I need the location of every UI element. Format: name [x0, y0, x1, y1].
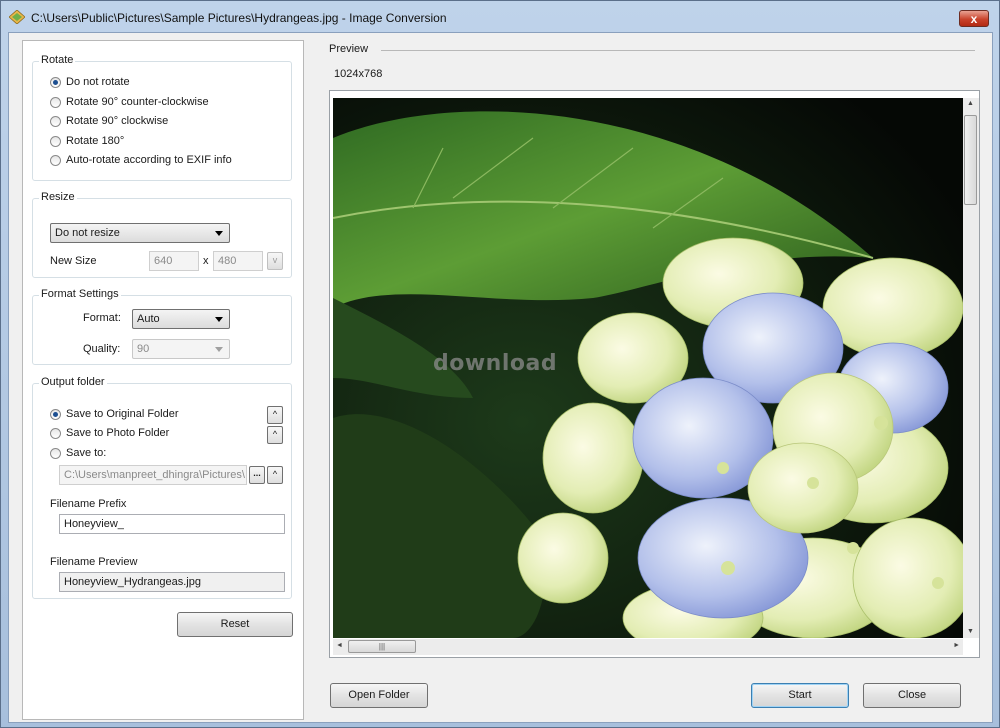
move-up-button[interactable]: ^: [267, 466, 283, 484]
vertical-scroll-thumb[interactable]: [964, 115, 977, 205]
aspect-lock-button[interactable]: v: [267, 252, 283, 270]
rotate-group-title: Rotate: [39, 54, 76, 66]
filename-prefix-label: Filename Prefix: [50, 498, 127, 510]
save-to-option[interactable]: Save to:: [50, 445, 106, 461]
radio-button[interactable]: [50, 427, 61, 439]
image-dimensions: 1024x768: [334, 68, 383, 80]
resize-mode-select[interactable]: Do not resize: [50, 223, 230, 243]
rotate-option-label: Auto-rotate according to EXIF info: [66, 154, 232, 166]
rotate-option-exif[interactable]: Auto-rotate according to EXIF info: [50, 152, 232, 168]
rotate-option-ccw[interactable]: Rotate 90° counter-clockwise: [50, 94, 209, 110]
radio-button[interactable]: [50, 96, 61, 108]
format-value: Auto: [137, 313, 160, 325]
window-close-button[interactable]: x: [959, 10, 989, 27]
new-size-label: New Size: [50, 255, 97, 267]
rotate-option-label: Do not rotate: [66, 76, 130, 88]
image-conversion-icon: [9, 10, 25, 24]
rotate-option-label: Rotate 180°: [66, 135, 125, 147]
preview-frame: download ▲ ▼ ◄ ||| ►: [329, 90, 980, 658]
scroll-up-icon[interactable]: ▲: [967, 100, 974, 107]
open-folder-button[interactable]: Open Folder: [330, 683, 428, 708]
scroll-right-icon[interactable]: ►: [953, 642, 960, 649]
radio-button[interactable]: [50, 447, 61, 459]
move-up-button[interactable]: ^: [267, 406, 283, 424]
download-watermark: download: [433, 351, 558, 376]
window-title: C:\Users\Public\Pictures\Sample Pictures…: [31, 11, 447, 25]
close-button[interactable]: Close: [863, 683, 961, 708]
radio-button[interactable]: [50, 115, 61, 127]
chevron-down-icon: [215, 231, 223, 236]
horizontal-scroll-thumb[interactable]: |||: [348, 640, 416, 653]
reset-button[interactable]: Reset: [177, 612, 293, 637]
vertical-scrollbar[interactable]: ▲ ▼: [963, 98, 979, 638]
settings-panel: Rotate Do not rotate Rotate 90° counter-…: [22, 40, 304, 720]
rotate-group: Rotate Do not rotate Rotate 90° counter-…: [32, 54, 292, 181]
filename-preview-label: Filename Preview: [50, 556, 138, 568]
filename-preview-field: Honeyview_Hydrangeas.jpg: [59, 572, 285, 592]
rotate-option-none[interactable]: Do not rotate: [50, 74, 130, 90]
move-up-button[interactable]: ^: [267, 426, 283, 444]
output-option-label: Save to Photo Folder: [66, 427, 170, 439]
chevron-down-icon: [215, 317, 223, 322]
scroll-left-icon[interactable]: ◄: [336, 642, 343, 649]
image-preview: download: [333, 98, 963, 638]
resize-group-title: Resize: [39, 191, 77, 203]
output-option-label: Save to Original Folder: [66, 408, 179, 420]
rotate-option-label: Rotate 90° counter-clockwise: [66, 96, 209, 108]
resize-mode-value: Do not resize: [55, 227, 120, 239]
resize-height-input[interactable]: 480: [213, 251, 263, 271]
radio-button[interactable]: [50, 135, 61, 147]
resize-width-input[interactable]: 640: [149, 251, 199, 271]
image-conversion-window: C:\Users\Public\Pictures\Sample Pictures…: [0, 0, 1000, 728]
client-area: Rotate Do not rotate Rotate 90° counter-…: [8, 32, 993, 723]
title-bar: C:\Users\Public\Pictures\Sample Pictures…: [1, 1, 999, 31]
size-separator: x: [203, 255, 209, 267]
output-folder-group: Output folder Save to Original Folder ^ …: [32, 376, 292, 599]
chevron-down-icon: [215, 347, 223, 352]
save-photo-folder-option[interactable]: Save to Photo Folder: [50, 425, 169, 441]
output-option-label: Save to:: [66, 447, 107, 459]
radio-button[interactable]: [50, 408, 61, 420]
filename-prefix-input[interactable]: Honeyview_: [59, 514, 285, 534]
rotate-option-180[interactable]: Rotate 180°: [50, 133, 124, 149]
save-to-path-input[interactable]: C:\Users\manpreet_dhingra\Pictures\: [59, 465, 247, 485]
resize-group: Resize Do not resize New Size 640 x 480 …: [32, 191, 292, 278]
format-select[interactable]: Auto: [132, 309, 230, 329]
format-label: Format:: [83, 312, 121, 324]
quality-select[interactable]: 90: [132, 339, 230, 359]
hydrangea-photo: [333, 98, 963, 638]
save-original-folder-option[interactable]: Save to Original Folder: [50, 406, 179, 422]
quality-label: Quality:: [83, 343, 121, 355]
output-group-title: Output folder: [39, 376, 107, 388]
radio-button[interactable]: [50, 154, 61, 166]
format-settings-group: Format Settings Format: Auto Quality: 90: [32, 288, 292, 365]
radio-button[interactable]: [50, 76, 61, 88]
preview-divider: [381, 50, 975, 51]
preview-title: Preview: [329, 43, 369, 55]
horizontal-scrollbar[interactable]: ◄ ||| ►: [333, 639, 963, 655]
scroll-down-icon[interactable]: ▼: [967, 628, 974, 635]
rotate-option-label: Rotate 90° clockwise: [66, 115, 169, 127]
quality-value: 90: [137, 343, 150, 355]
start-button[interactable]: Start: [751, 683, 849, 708]
browse-button[interactable]: ...: [249, 466, 265, 484]
format-group-title: Format Settings: [39, 288, 121, 300]
rotate-option-cw[interactable]: Rotate 90° clockwise: [50, 113, 168, 129]
